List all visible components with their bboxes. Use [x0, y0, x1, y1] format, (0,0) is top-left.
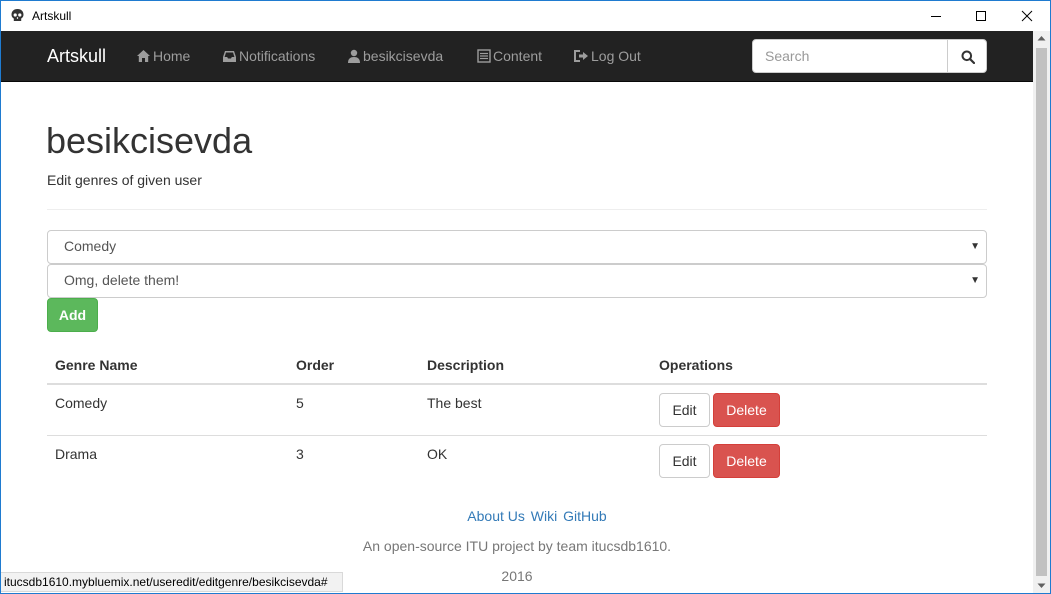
description-select[interactable]: Omg, delete them! ▼ — [47, 264, 987, 298]
status-bar-url: itucsdb1610.mybluemix.net/useredit/editg… — [1, 572, 343, 592]
maximize-button[interactable] — [958, 1, 1004, 31]
column-header-description: Description — [427, 357, 505, 373]
divider — [47, 209, 987, 210]
edit-button[interactable]: Edit — [659, 444, 710, 478]
skull-icon — [10, 8, 25, 23]
table-header-divider — [47, 383, 987, 385]
minimize-icon — [931, 16, 941, 17]
page-title: besikcisevda — [46, 120, 253, 161]
cell-order: 5 — [296, 395, 304, 411]
cell-description: OK — [427, 446, 448, 462]
column-header-genre: Genre Name — [55, 357, 138, 373]
list-icon — [477, 49, 491, 63]
page-subtitle: Edit genres of given user — [47, 172, 202, 188]
close-icon — [1021, 10, 1033, 22]
dropdown-arrow-icon: ▼ — [970, 275, 980, 286]
brand-link[interactable]: Artskull — [47, 46, 106, 67]
table-row-divider — [47, 435, 987, 436]
nav-home[interactable]: Home — [136, 48, 190, 64]
column-header-operations: Operations — [659, 357, 733, 373]
footer-links: About Us Wiki GitHub — [0, 508, 1051, 524]
search-icon — [961, 50, 975, 64]
genre-select-value: Comedy — [64, 238, 117, 254]
footer-text: An open-source ITU project by team itucs… — [362, 538, 672, 554]
nav-content-label: Content — [493, 48, 543, 64]
maximize-icon — [976, 11, 986, 21]
cell-genre: Drama — [55, 446, 98, 462]
nav-home-label: Home — [153, 48, 191, 64]
dropdown-arrow-icon: ▼ — [970, 241, 980, 252]
add-button[interactable]: Add — [47, 298, 98, 332]
minimize-button[interactable] — [913, 1, 959, 31]
cell-order: 3 — [296, 446, 304, 462]
cell-genre: Comedy — [55, 395, 108, 411]
scroll-up-icon[interactable] — [1037, 35, 1046, 41]
nav-profile-label: besikcisevda — [363, 48, 444, 64]
nav-logout-label: Log Out — [591, 48, 641, 64]
search-button[interactable] — [947, 39, 987, 73]
column-header-order: Order — [296, 357, 335, 373]
scrollbar-thumb[interactable] — [1036, 48, 1047, 576]
logout-icon — [574, 50, 588, 62]
footer-link-about[interactable]: About Us — [467, 508, 525, 524]
footer-link-github[interactable]: GitHub — [563, 508, 607, 524]
cell-description: The best — [427, 395, 482, 411]
scroll-down-icon[interactable] — [1037, 583, 1046, 589]
navbar: Artskull Home Notifications besikcisevda… — [1, 31, 1033, 82]
delete-button[interactable]: Delete — [713, 444, 780, 478]
genre-select[interactable]: Comedy ▼ — [47, 230, 987, 264]
user-icon — [348, 49, 360, 63]
nav-logout[interactable]: Log Out — [573, 48, 641, 64]
window-title: Artskull — [32, 9, 72, 23]
description-select-value: Omg, delete them! — [64, 272, 180, 288]
nav-notifications-label: Notifications — [239, 48, 316, 64]
footer-link-wiki[interactable]: Wiki — [531, 508, 557, 524]
delete-button[interactable]: Delete — [713, 393, 780, 427]
window-titlebar: Artskull — [1, 1, 1050, 31]
home-icon — [137, 50, 150, 62]
nav-profile[interactable]: besikcisevda — [347, 48, 443, 64]
nav-content[interactable]: Content — [477, 48, 542, 64]
nav-notifications[interactable]: Notifications — [222, 48, 315, 64]
edit-button[interactable]: Edit — [659, 393, 710, 427]
search-input[interactable] — [752, 39, 948, 73]
inbox-icon — [223, 51, 236, 62]
close-button[interactable] — [1004, 1, 1050, 31]
